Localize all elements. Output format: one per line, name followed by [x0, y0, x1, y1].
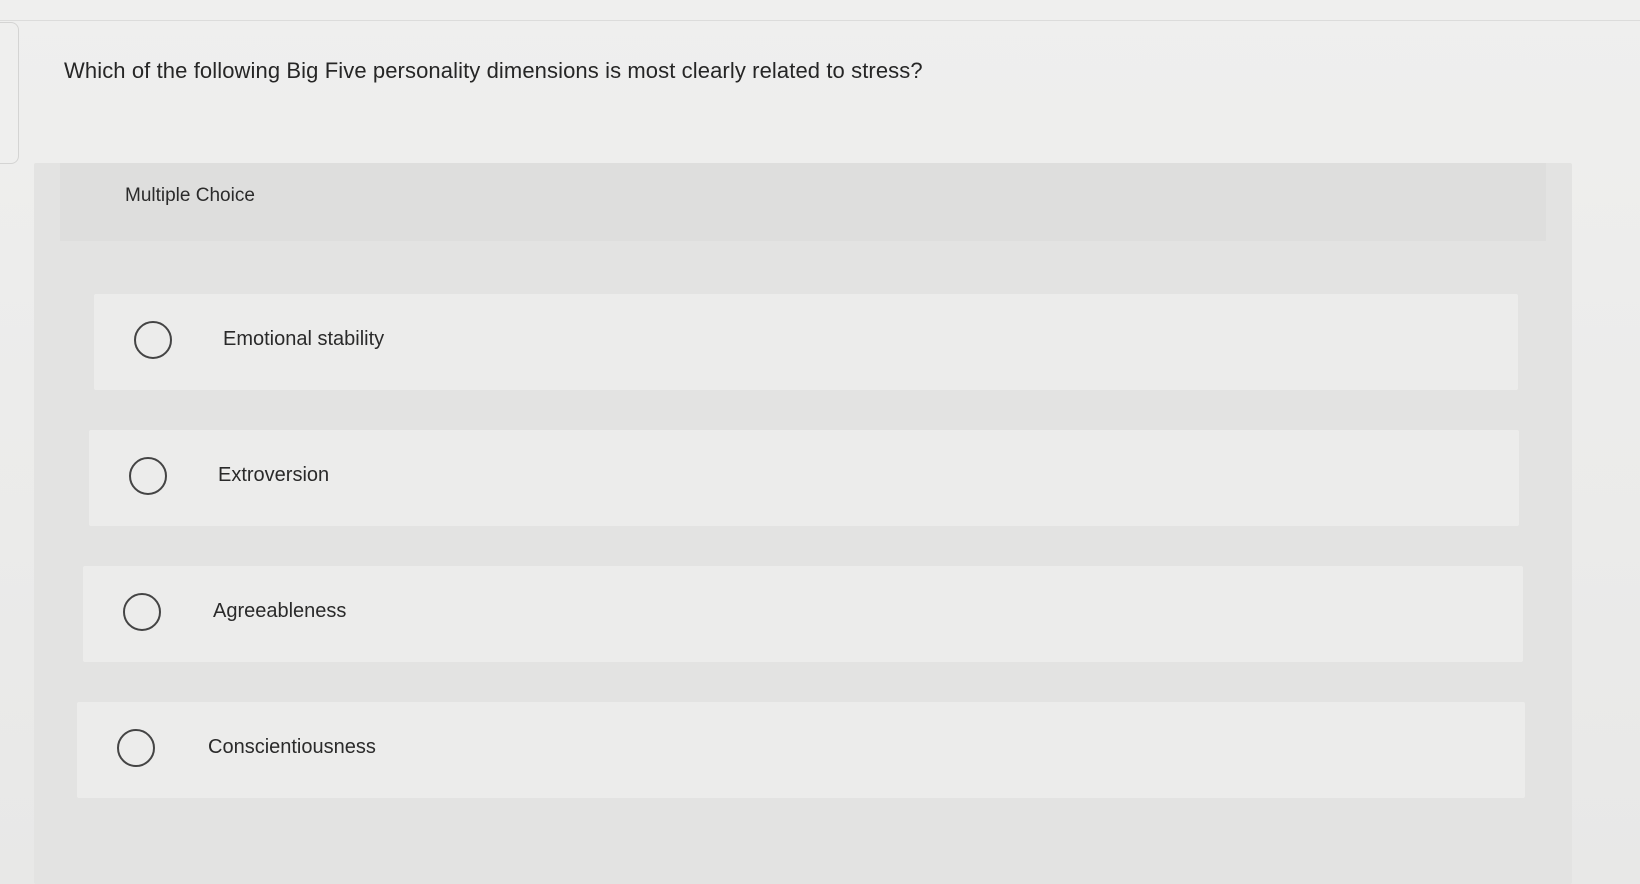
- choice-label: Emotional stability: [223, 328, 385, 350]
- choice-label: Agreeableness: [213, 600, 347, 622]
- radio-unchecked-icon[interactable]: [129, 457, 167, 495]
- quiz-page: Which of the following Big Five personal…: [0, 0, 1640, 884]
- choice-conscientiousness[interactable]: Conscientiousness: [77, 702, 1525, 798]
- multiple-choice-label: Multiple Choice: [125, 185, 255, 206]
- choice-label: Extroversion: [218, 464, 330, 486]
- side-card-edge: [0, 22, 19, 164]
- choice-agreeableness[interactable]: Agreeableness: [83, 566, 1523, 662]
- choice-emotional-stability[interactable]: Emotional stability: [94, 294, 1518, 390]
- radio-unchecked-icon[interactable]: [123, 593, 161, 631]
- question-text: Which of the following Big Five personal…: [64, 58, 923, 83]
- multiple-choice-header: [60, 163, 1546, 241]
- radio-unchecked-icon[interactable]: [117, 729, 155, 767]
- choice-label: Conscientiousness: [208, 736, 376, 758]
- top-divider: [0, 20, 1640, 21]
- radio-unchecked-icon[interactable]: [134, 321, 172, 359]
- choice-extroversion[interactable]: Extroversion: [89, 430, 1519, 526]
